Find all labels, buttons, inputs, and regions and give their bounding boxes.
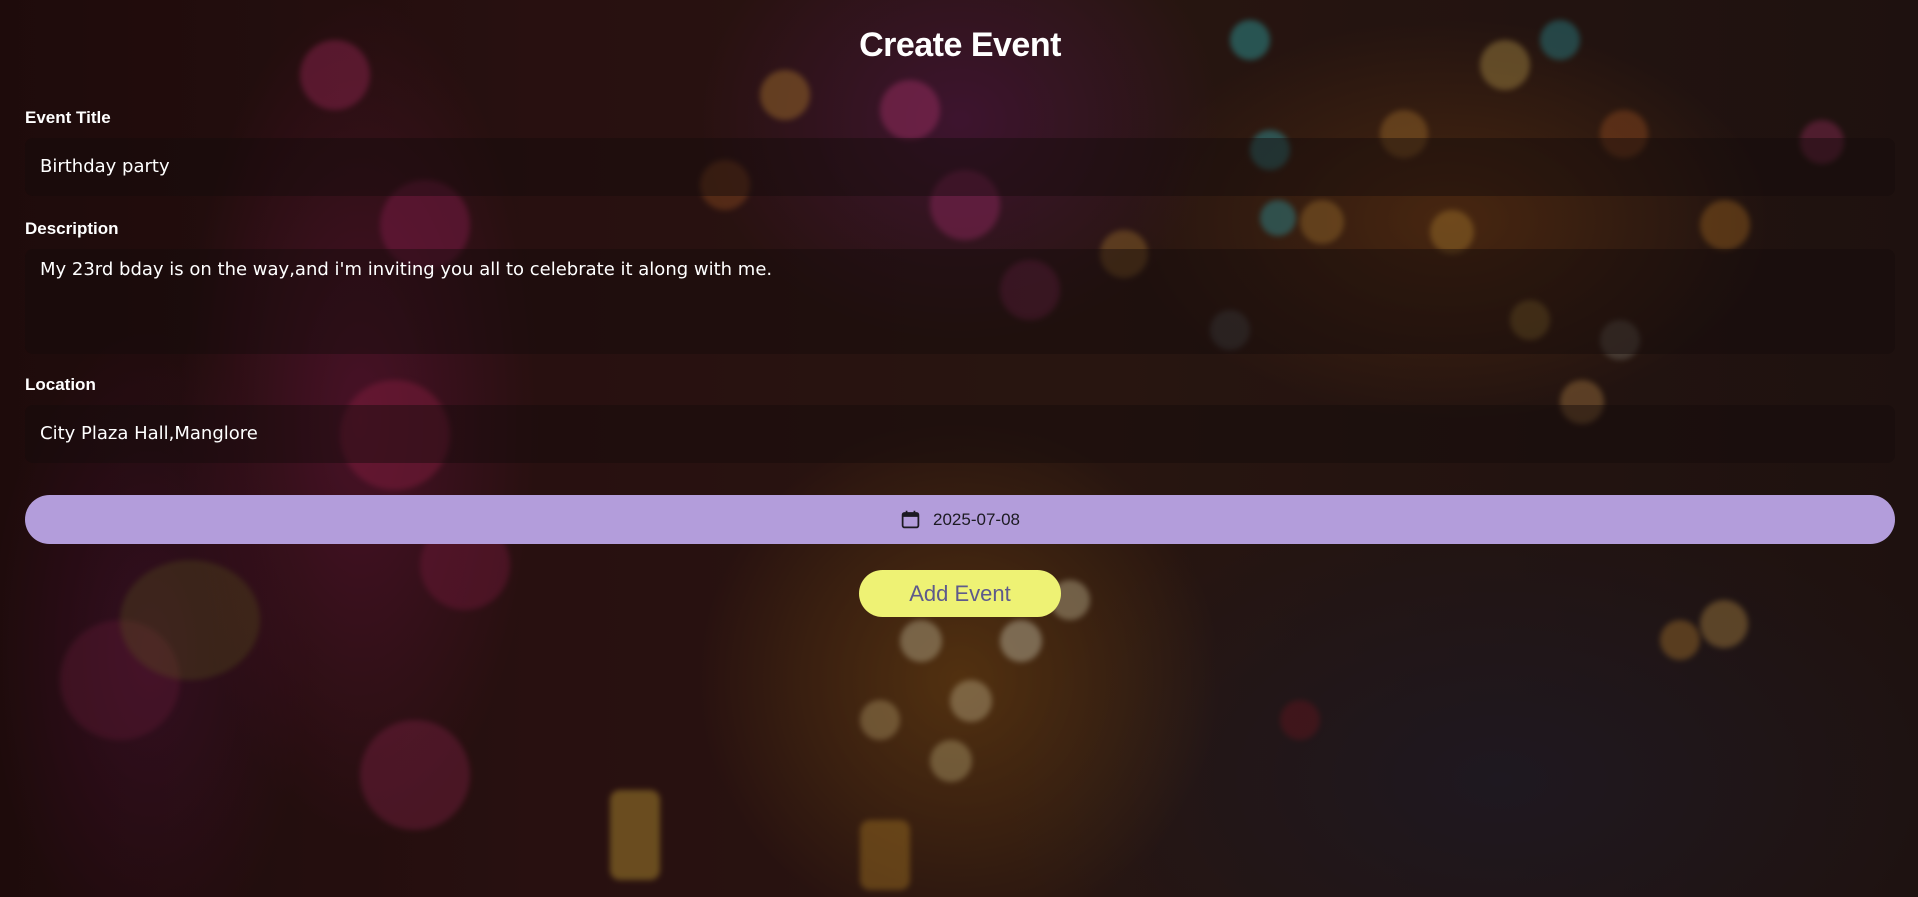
add-event-button[interactable]: Add Event <box>859 570 1061 617</box>
location-label: Location <box>25 375 96 394</box>
calendar-icon <box>901 510 920 529</box>
date-picker-button[interactable]: 2025-07-08 <box>25 495 1895 544</box>
location-value: City Plaza Hall,Manglore <box>40 423 258 444</box>
event-title-value: Birthday party <box>40 156 170 177</box>
description-label: Description <box>25 219 119 238</box>
location-input[interactable]: City Plaza Hall,Manglore <box>25 405 1895 463</box>
description-input[interactable]: My 23rd bday is on the way,and i'm invit… <box>25 249 1895 354</box>
date-value: 2025-07-08 <box>933 509 1020 529</box>
event-title-label: Event Title <box>25 108 111 127</box>
event-title-input[interactable]: Birthday party <box>25 138 1895 196</box>
description-value: My 23rd bday is on the way,and i'm invit… <box>40 259 773 280</box>
page-title: Create Event <box>859 26 1061 64</box>
